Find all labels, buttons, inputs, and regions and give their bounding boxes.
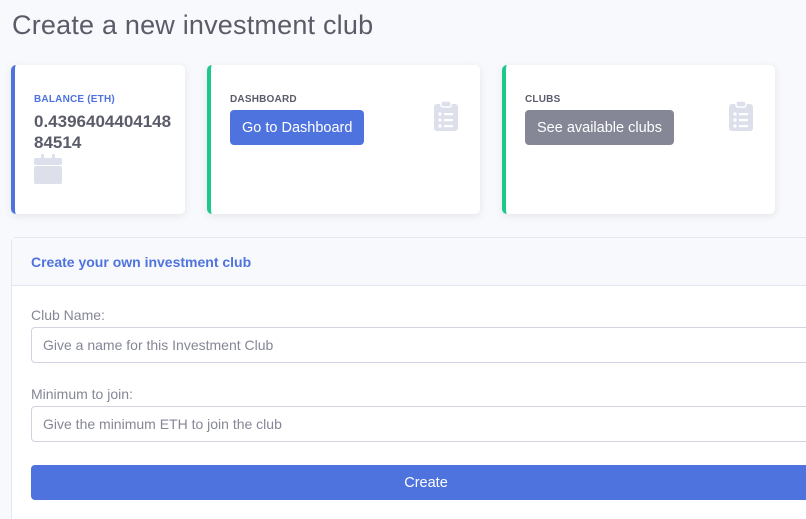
create-club-form: Create your own investment club Club Nam… (11, 237, 806, 519)
min-join-input[interactable] (31, 406, 806, 442)
clubs-card: CLUBS See available clubs (502, 65, 775, 214)
clipboard-list-icon (729, 101, 753, 131)
dashboard-label: DASHBOARD (230, 94, 297, 105)
form-header: Create your own investment club (12, 238, 806, 286)
calendar-icon (34, 154, 62, 184)
go-to-dashboard-button[interactable]: Go to Dashboard (230, 110, 365, 145)
balance-value: 0.439640440414884514 (34, 112, 172, 152)
clubs-label: CLUBS (525, 94, 561, 105)
balance-card: BALANCE (ETH) 0.439640440414884514 (11, 65, 185, 214)
dashboard-card: DASHBOARD Go to Dashboard (207, 65, 480, 214)
see-available-clubs-button[interactable]: See available clubs (525, 110, 674, 145)
page-title: Create a new investment club (12, 10, 374, 40)
balance-label: BALANCE (ETH) (34, 94, 115, 105)
club-name-input[interactable] (31, 327, 806, 363)
club-name-label: Club Name: (31, 307, 105, 323)
clipboard-list-icon (434, 101, 458, 131)
min-join-label: Minimum to join: (31, 386, 133, 402)
create-button[interactable]: Create (31, 465, 806, 500)
